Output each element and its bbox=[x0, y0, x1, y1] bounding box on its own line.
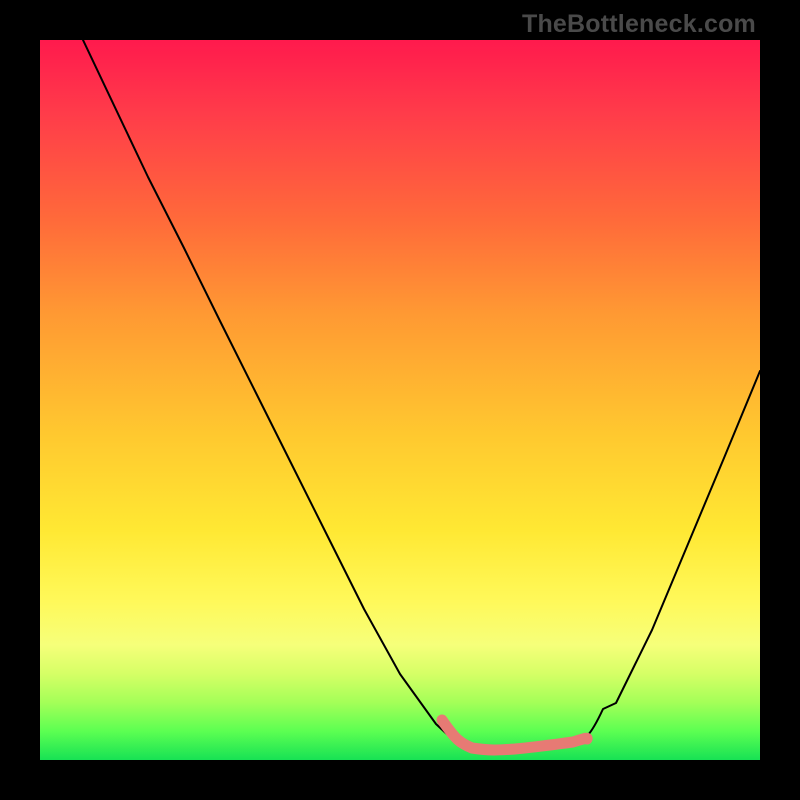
chart-plot-area bbox=[40, 40, 760, 760]
brand-watermark: TheBottleneck.com bbox=[522, 10, 756, 39]
optimum-highlight bbox=[442, 720, 587, 750]
bottleneck-curve-line bbox=[83, 40, 760, 751]
chart-svg bbox=[40, 40, 760, 760]
chart-frame: TheBottleneck.com bbox=[0, 0, 800, 800]
